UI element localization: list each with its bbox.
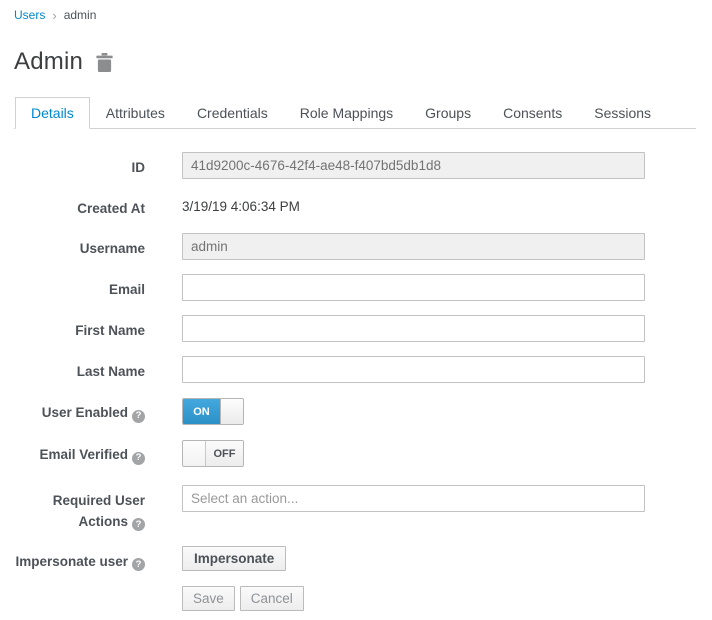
created-at-label: Created At	[77, 201, 145, 216]
breadcrumb-current-admin: admin	[63, 8, 97, 22]
last-name-row: Last Name	[14, 356, 696, 384]
username-field	[182, 233, 645, 261]
toggle-on-label: ON	[183, 399, 220, 425]
breadcrumb: Users › admin	[14, 8, 696, 22]
impersonate-button[interactable]: Impersonate	[182, 545, 287, 571]
user-enabled-label: User Enabled?	[14, 397, 145, 423]
form-actions-row: Save Cancel	[14, 586, 696, 611]
tab-groups[interactable]: Groups	[409, 97, 487, 129]
first-name-row: First Name	[14, 315, 696, 343]
required-actions-select[interactable]	[182, 485, 645, 513]
page-title: Admin	[14, 48, 84, 75]
toggle-handle	[183, 441, 206, 467]
tab-bar: Details Attributes Credentials Role Mapp…	[14, 97, 696, 129]
last-name-label: Last Name	[76, 364, 145, 380]
tab-attributes[interactable]: Attributes	[90, 97, 181, 129]
email-verified-label: Email Verified?	[14, 439, 145, 465]
toggle-off-label: OFF	[206, 441, 243, 467]
email-verified-toggle[interactable]: OFF	[182, 440, 244, 468]
required-actions-label: Required User Actions?	[52, 493, 145, 531]
id-label: ID	[131, 160, 146, 175]
required-actions-row: Required User Actions?	[14, 485, 696, 532]
help-icon: ?	[132, 517, 145, 531]
cancel-button[interactable]: Cancel	[239, 586, 304, 611]
email-verified-row: Email Verified? OFF	[14, 439, 696, 471]
user-enabled-row: User Enabled? ON	[14, 397, 696, 426]
email-label: Email	[108, 282, 145, 298]
created-at-value: 3/19/19 4:06:34 PM	[182, 199, 300, 214]
username-label: Username	[79, 241, 145, 257]
first-name-field[interactable]	[182, 315, 645, 343]
tab-consents[interactable]: Consents	[487, 97, 578, 129]
chevron-right-icon: ›	[52, 7, 57, 23]
help-icon: ?	[132, 409, 145, 423]
last-name-field[interactable]	[182, 356, 645, 384]
delete-user-button[interactable]	[96, 52, 113, 72]
toggle-handle	[220, 399, 243, 425]
help-icon: ?	[132, 451, 145, 465]
user-details-form: ID Created At 3/19/19 4:06:34 PM Usernam…	[14, 152, 696, 611]
impersonate-label: Impersonate user?	[14, 546, 145, 572]
tab-role-mappings[interactable]: Role Mappings	[284, 97, 409, 129]
email-row: Email	[14, 274, 696, 302]
title-row: Admin	[14, 48, 696, 76]
user-enabled-toggle[interactable]: ON	[182, 398, 244, 426]
username-row: Username	[14, 233, 696, 261]
save-button[interactable]: Save	[182, 586, 235, 611]
id-row: ID	[14, 152, 696, 179]
id-field	[182, 152, 645, 179]
help-icon: ?	[132, 558, 145, 571]
email-field[interactable]	[182, 274, 645, 302]
tab-credentials[interactable]: Credentials	[181, 97, 284, 129]
impersonate-row: Impersonate user? Impersonate	[14, 545, 696, 572]
user-detail-page: Users › admin Admin Details Attributes C…	[0, 0, 712, 611]
first-name-label: First Name	[75, 323, 145, 339]
trash-icon	[96, 52, 113, 72]
breadcrumb-link-users[interactable]: Users	[14, 8, 45, 22]
tab-details[interactable]: Details	[15, 97, 90, 129]
created-at-row: Created At 3/19/19 4:06:34 PM	[14, 193, 696, 219]
tab-sessions[interactable]: Sessions	[578, 97, 667, 129]
